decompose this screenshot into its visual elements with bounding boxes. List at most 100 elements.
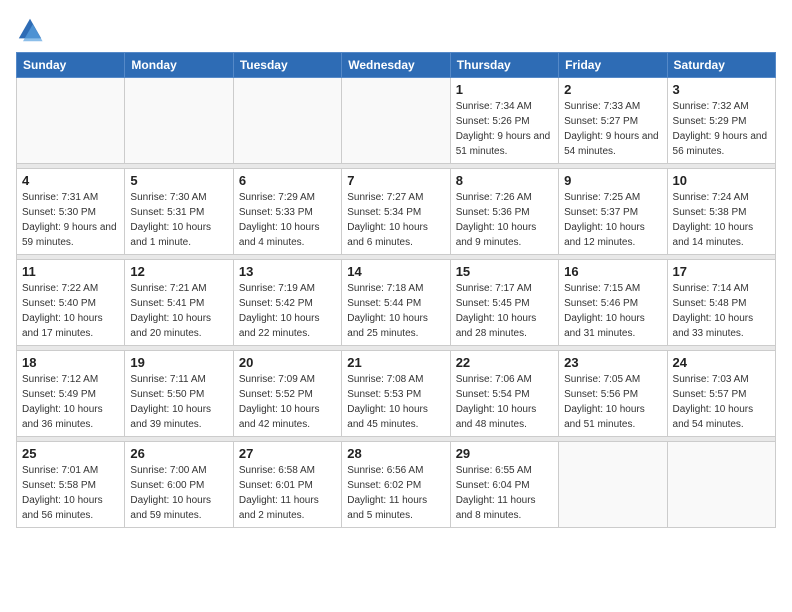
day-info: Sunrise: 7:06 AM Sunset: 5:54 PM Dayligh… <box>456 372 553 432</box>
day-info: Sunrise: 7:08 AM Sunset: 5:53 PM Dayligh… <box>347 372 444 432</box>
day-info: Sunrise: 7:00 AM Sunset: 6:00 PM Dayligh… <box>130 463 227 523</box>
day-info: Sunrise: 7:11 AM Sunset: 5:50 PM Dayligh… <box>130 372 227 432</box>
day-info: Sunrise: 7:32 AM Sunset: 5:29 PM Dayligh… <box>673 99 770 159</box>
day-number: 8 <box>456 173 553 188</box>
calendar-cell: 21 Sunrise: 7:08 AM Sunset: 5:53 PM Dayl… <box>342 351 450 437</box>
day-number: 6 <box>239 173 336 188</box>
day-number: 29 <box>456 446 553 461</box>
day-info: Sunrise: 7:31 AM Sunset: 5:30 PM Dayligh… <box>22 190 119 250</box>
col-header-thursday: Thursday <box>450 53 558 78</box>
day-number: 7 <box>347 173 444 188</box>
calendar-cell: 17 Sunrise: 7:14 AM Sunset: 5:48 PM Dayl… <box>667 260 775 346</box>
calendar-cell: 29 Sunrise: 6:55 AM Sunset: 6:04 PM Dayl… <box>450 442 558 528</box>
day-info: Sunrise: 6:58 AM Sunset: 6:01 PM Dayligh… <box>239 463 336 523</box>
day-info: Sunrise: 7:15 AM Sunset: 5:46 PM Dayligh… <box>564 281 661 341</box>
day-info: Sunrise: 6:55 AM Sunset: 6:04 PM Dayligh… <box>456 463 553 523</box>
calendar-week-row: 4 Sunrise: 7:31 AM Sunset: 5:30 PM Dayli… <box>17 169 776 255</box>
day-number: 20 <box>239 355 336 370</box>
calendar-week-row: 18 Sunrise: 7:12 AM Sunset: 5:49 PM Dayl… <box>17 351 776 437</box>
logo-icon <box>16 16 44 44</box>
day-number: 23 <box>564 355 661 370</box>
day-number: 4 <box>22 173 119 188</box>
calendar-cell: 25 Sunrise: 7:01 AM Sunset: 5:58 PM Dayl… <box>17 442 125 528</box>
calendar-week-row: 25 Sunrise: 7:01 AM Sunset: 5:58 PM Dayl… <box>17 442 776 528</box>
calendar-cell: 2 Sunrise: 7:33 AM Sunset: 5:27 PM Dayli… <box>559 78 667 164</box>
day-number: 9 <box>564 173 661 188</box>
col-header-wednesday: Wednesday <box>342 53 450 78</box>
day-info: Sunrise: 7:05 AM Sunset: 5:56 PM Dayligh… <box>564 372 661 432</box>
day-number: 19 <box>130 355 227 370</box>
col-header-friday: Friday <box>559 53 667 78</box>
calendar-cell: 23 Sunrise: 7:05 AM Sunset: 5:56 PM Dayl… <box>559 351 667 437</box>
calendar-cell: 10 Sunrise: 7:24 AM Sunset: 5:38 PM Dayl… <box>667 169 775 255</box>
calendar-cell: 28 Sunrise: 6:56 AM Sunset: 6:02 PM Dayl… <box>342 442 450 528</box>
calendar-cell: 5 Sunrise: 7:30 AM Sunset: 5:31 PM Dayli… <box>125 169 233 255</box>
calendar-cell: 19 Sunrise: 7:11 AM Sunset: 5:50 PM Dayl… <box>125 351 233 437</box>
day-info: Sunrise: 7:21 AM Sunset: 5:41 PM Dayligh… <box>130 281 227 341</box>
calendar-header-row: SundayMondayTuesdayWednesdayThursdayFrid… <box>17 53 776 78</box>
calendar-cell <box>342 78 450 164</box>
calendar-cell: 9 Sunrise: 7:25 AM Sunset: 5:37 PM Dayli… <box>559 169 667 255</box>
calendar-cell: 8 Sunrise: 7:26 AM Sunset: 5:36 PM Dayli… <box>450 169 558 255</box>
calendar-cell: 24 Sunrise: 7:03 AM Sunset: 5:57 PM Dayl… <box>667 351 775 437</box>
calendar-cell: 7 Sunrise: 7:27 AM Sunset: 5:34 PM Dayli… <box>342 169 450 255</box>
day-number: 18 <box>22 355 119 370</box>
day-info: Sunrise: 7:14 AM Sunset: 5:48 PM Dayligh… <box>673 281 770 341</box>
day-number: 27 <box>239 446 336 461</box>
day-number: 12 <box>130 264 227 279</box>
day-info: Sunrise: 7:24 AM Sunset: 5:38 PM Dayligh… <box>673 190 770 250</box>
day-info: Sunrise: 7:03 AM Sunset: 5:57 PM Dayligh… <box>673 372 770 432</box>
day-info: Sunrise: 7:30 AM Sunset: 5:31 PM Dayligh… <box>130 190 227 250</box>
calendar-table: SundayMondayTuesdayWednesdayThursdayFrid… <box>16 52 776 528</box>
day-number: 5 <box>130 173 227 188</box>
day-info: Sunrise: 7:22 AM Sunset: 5:40 PM Dayligh… <box>22 281 119 341</box>
day-number: 22 <box>456 355 553 370</box>
calendar-cell: 1 Sunrise: 7:34 AM Sunset: 5:26 PM Dayli… <box>450 78 558 164</box>
calendar-cell: 6 Sunrise: 7:29 AM Sunset: 5:33 PM Dayli… <box>233 169 341 255</box>
day-number: 24 <box>673 355 770 370</box>
day-info: Sunrise: 7:33 AM Sunset: 5:27 PM Dayligh… <box>564 99 661 159</box>
calendar-cell: 3 Sunrise: 7:32 AM Sunset: 5:29 PM Dayli… <box>667 78 775 164</box>
col-header-saturday: Saturday <box>667 53 775 78</box>
day-info: Sunrise: 7:29 AM Sunset: 5:33 PM Dayligh… <box>239 190 336 250</box>
col-header-tuesday: Tuesday <box>233 53 341 78</box>
calendar-cell: 27 Sunrise: 6:58 AM Sunset: 6:01 PM Dayl… <box>233 442 341 528</box>
calendar-cell: 18 Sunrise: 7:12 AM Sunset: 5:49 PM Dayl… <box>17 351 125 437</box>
day-info: Sunrise: 7:17 AM Sunset: 5:45 PM Dayligh… <box>456 281 553 341</box>
day-number: 16 <box>564 264 661 279</box>
day-number: 17 <box>673 264 770 279</box>
col-header-sunday: Sunday <box>17 53 125 78</box>
calendar-cell <box>667 442 775 528</box>
day-info: Sunrise: 7:09 AM Sunset: 5:52 PM Dayligh… <box>239 372 336 432</box>
day-number: 13 <box>239 264 336 279</box>
day-number: 15 <box>456 264 553 279</box>
day-info: Sunrise: 7:01 AM Sunset: 5:58 PM Dayligh… <box>22 463 119 523</box>
calendar-cell: 11 Sunrise: 7:22 AM Sunset: 5:40 PM Dayl… <box>17 260 125 346</box>
calendar-cell: 14 Sunrise: 7:18 AM Sunset: 5:44 PM Dayl… <box>342 260 450 346</box>
calendar-week-row: 11 Sunrise: 7:22 AM Sunset: 5:40 PM Dayl… <box>17 260 776 346</box>
calendar-cell <box>559 442 667 528</box>
day-info: Sunrise: 7:12 AM Sunset: 5:49 PM Dayligh… <box>22 372 119 432</box>
day-info: Sunrise: 7:27 AM Sunset: 5:34 PM Dayligh… <box>347 190 444 250</box>
logo <box>16 16 48 44</box>
day-number: 1 <box>456 82 553 97</box>
day-number: 28 <box>347 446 444 461</box>
day-number: 2 <box>564 82 661 97</box>
day-info: Sunrise: 6:56 AM Sunset: 6:02 PM Dayligh… <box>347 463 444 523</box>
day-number: 3 <box>673 82 770 97</box>
col-header-monday: Monday <box>125 53 233 78</box>
calendar-cell: 15 Sunrise: 7:17 AM Sunset: 5:45 PM Dayl… <box>450 260 558 346</box>
day-number: 10 <box>673 173 770 188</box>
day-info: Sunrise: 7:26 AM Sunset: 5:36 PM Dayligh… <box>456 190 553 250</box>
page-header <box>16 16 776 44</box>
calendar-cell <box>17 78 125 164</box>
calendar-cell <box>233 78 341 164</box>
day-number: 26 <box>130 446 227 461</box>
day-info: Sunrise: 7:18 AM Sunset: 5:44 PM Dayligh… <box>347 281 444 341</box>
day-number: 21 <box>347 355 444 370</box>
calendar-cell: 13 Sunrise: 7:19 AM Sunset: 5:42 PM Dayl… <box>233 260 341 346</box>
day-info: Sunrise: 7:25 AM Sunset: 5:37 PM Dayligh… <box>564 190 661 250</box>
calendar-cell: 22 Sunrise: 7:06 AM Sunset: 5:54 PM Dayl… <box>450 351 558 437</box>
calendar-cell: 20 Sunrise: 7:09 AM Sunset: 5:52 PM Dayl… <box>233 351 341 437</box>
day-number: 25 <box>22 446 119 461</box>
